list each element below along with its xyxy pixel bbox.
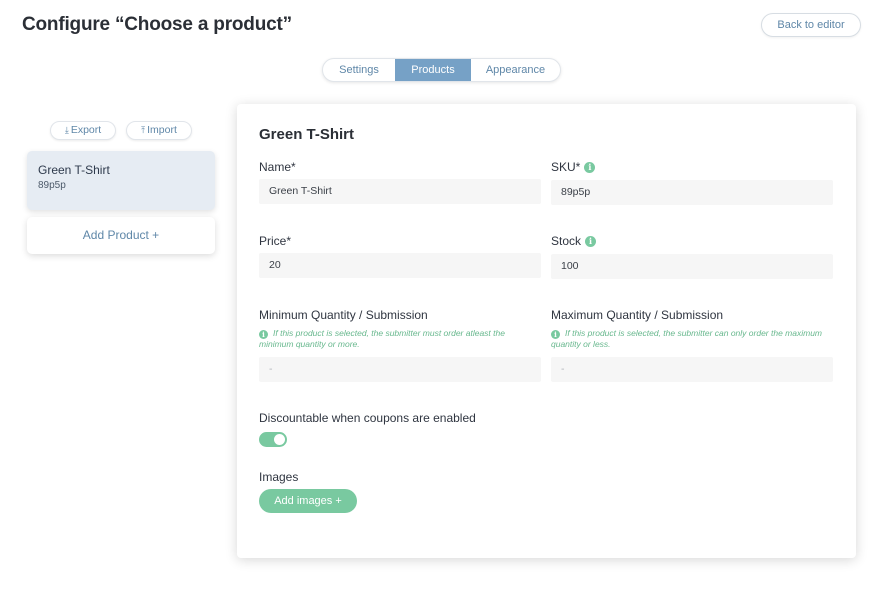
add-images-button[interactable]: Add images + [259, 489, 357, 513]
tab-settings[interactable]: Settings [323, 59, 395, 81]
info-icon: i [259, 330, 268, 339]
product-editor-panel: Green T-Shirt Name* Green T-Shirt SKU* i … [237, 104, 856, 558]
import-label: Import [147, 124, 177, 136]
product-sku: 89p5p [38, 180, 66, 191]
name-label: Name* [259, 160, 296, 174]
product-name: Green T-Shirt [38, 163, 110, 177]
price-label: Price* [259, 234, 292, 248]
max-quantity-label: Maximum Quantity / Submission [551, 308, 724, 322]
images-label: Images [259, 470, 299, 484]
discountable-label: Discountable when coupons are enabled [259, 411, 476, 425]
download-icon: ⤓ [64, 125, 69, 135]
min-quantity-input[interactable]: - [259, 357, 541, 382]
name-input[interactable]: Green T-Shirt [259, 179, 541, 204]
tab-appearance[interactable]: Appearance [471, 59, 560, 81]
stock-label: Stock [551, 234, 582, 248]
stock-label-row: Stock i [551, 234, 597, 248]
info-icon[interactable]: i [584, 162, 596, 174]
tab-products[interactable]: Products [395, 59, 471, 81]
stock-input[interactable]: 100 [551, 254, 833, 279]
export-label: Export [70, 124, 102, 136]
upload-icon: ⤒ [141, 125, 146, 135]
toggle-knob [274, 434, 285, 445]
back-to-editor-button[interactable]: Back to editor [761, 13, 861, 37]
sku-input[interactable]: 89p5p [551, 180, 833, 205]
min-quantity-label: Minimum Quantity / Submission [259, 308, 428, 322]
page-title: Configure “Choose a product” [22, 14, 292, 35]
max-quantity-input[interactable]: - [551, 357, 833, 382]
sku-label: SKU* [551, 160, 581, 174]
min-quantity-hint-text: If this product is selected, the submitt… [259, 328, 505, 349]
info-icon: i [551, 330, 560, 339]
discountable-toggle[interactable] [259, 432, 287, 447]
import-button[interactable]: ⤒ Import [126, 121, 192, 140]
max-quantity-hint-text: If this product is selected, the submitt… [551, 328, 823, 349]
sku-label-row: SKU* i [551, 160, 596, 174]
price-input[interactable]: 20 [259, 253, 541, 278]
info-icon[interactable]: i [585, 236, 597, 248]
editor-title: Green T-Shirt [259, 126, 355, 143]
max-quantity-hint: i If this product is selected, the submit… [551, 328, 833, 350]
export-button[interactable]: ⤓ Export [50, 121, 116, 140]
tab-bar: Settings Products Appearance [322, 58, 561, 82]
add-product-button[interactable]: Add Product + [27, 217, 215, 254]
product-list-item[interactable]: Green T-Shirt 89p5p [27, 151, 215, 210]
min-quantity-hint: i If this product is selected, the submit… [259, 328, 541, 350]
